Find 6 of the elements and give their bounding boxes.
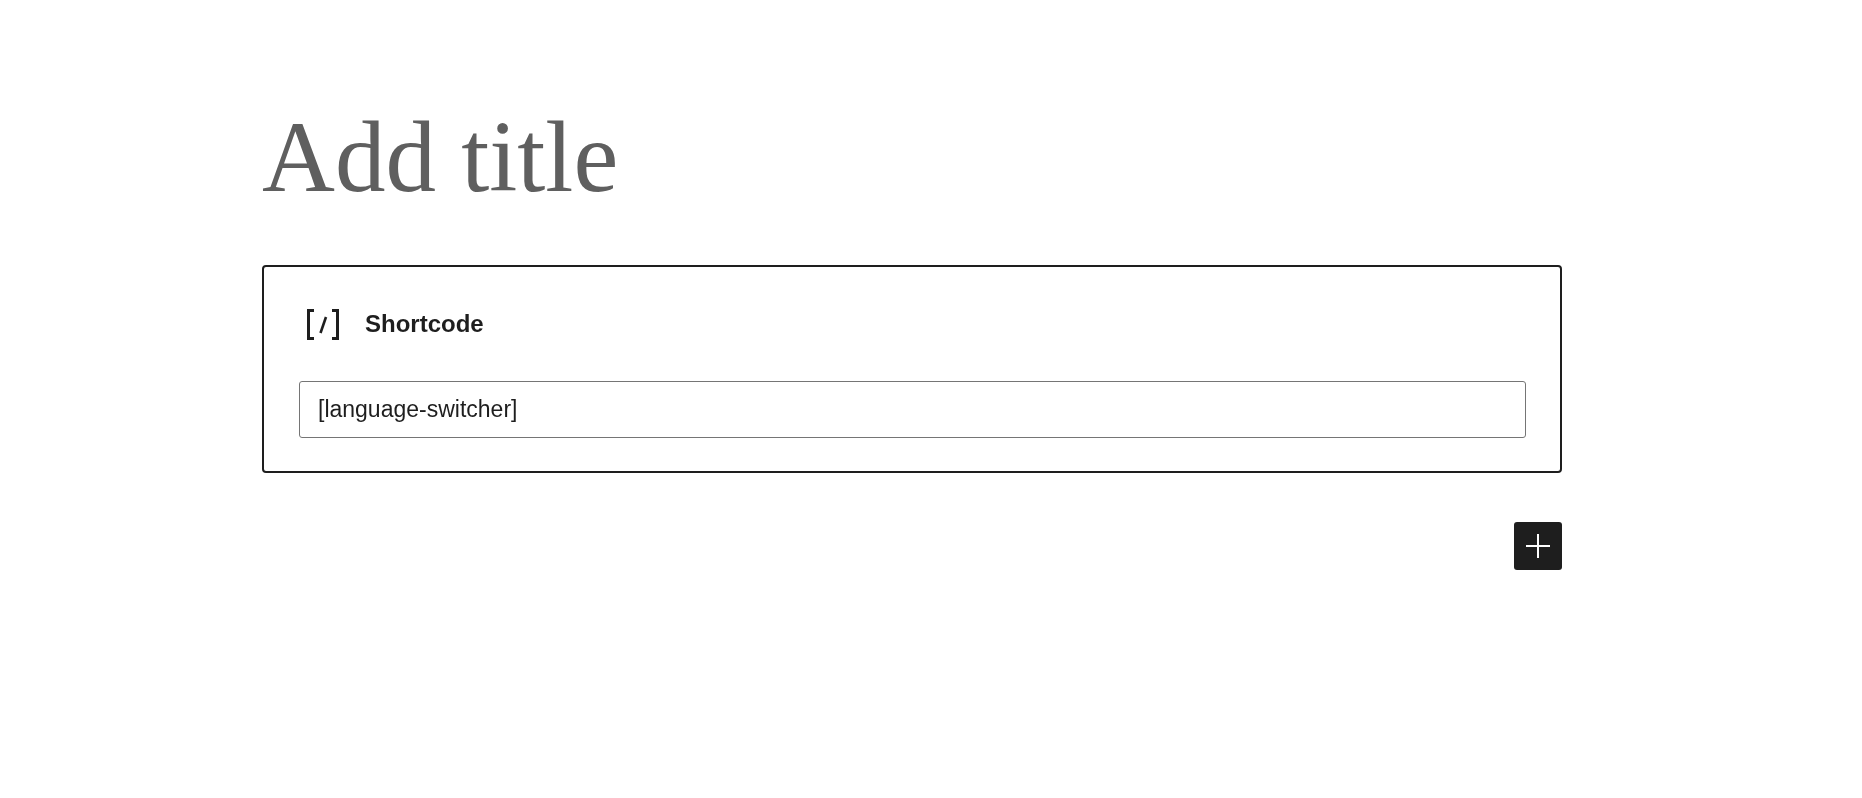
title-field[interactable]: Add title [262,96,1562,218]
block-label: Shortcode [365,310,484,338]
shortcode-icon [305,308,341,340]
plus-icon [1526,534,1550,558]
add-block-button[interactable] [1514,522,1562,570]
shortcode-input[interactable]: [language-switcher] [299,381,1526,438]
